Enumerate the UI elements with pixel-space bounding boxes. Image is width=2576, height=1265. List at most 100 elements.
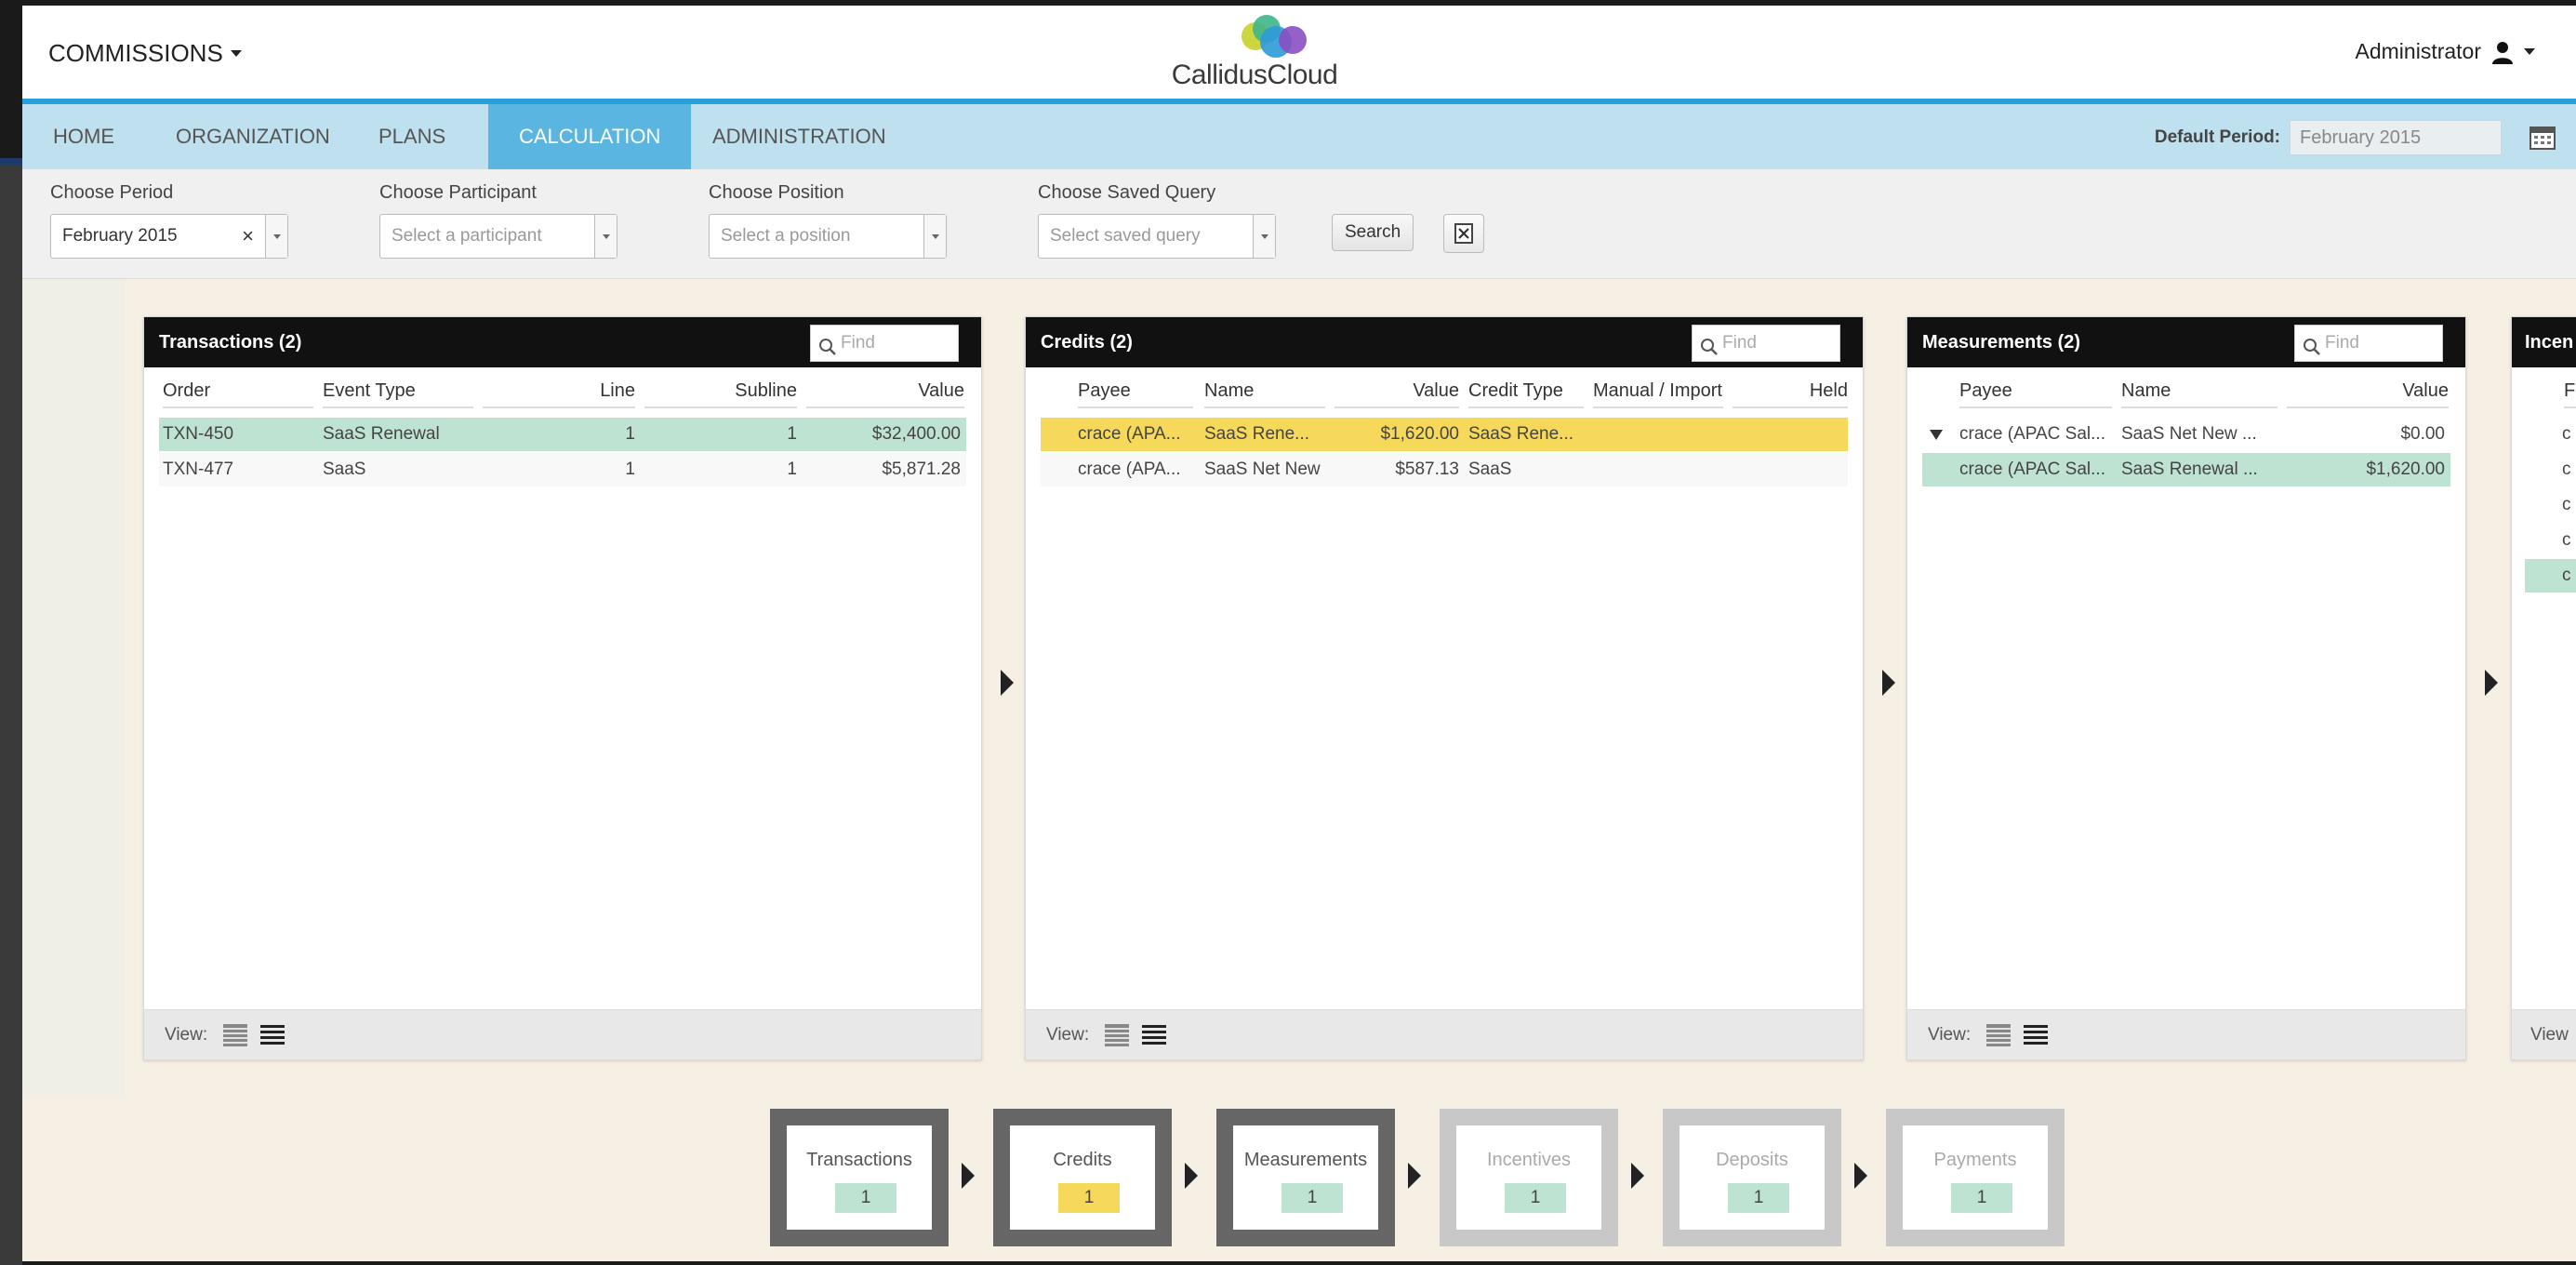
view-label: View:: [1928, 1025, 1972, 1045]
panel-footer: View: [2512, 1009, 2576, 1059]
nav-administration[interactable]: ADMINISTRATION: [682, 104, 917, 169]
position-filter: Choose Position Select a position: [709, 182, 947, 259]
table-row[interactable]: c: [2525, 418, 2576, 451]
nav-calculation[interactable]: CALCULATION: [488, 104, 692, 169]
column-header-order[interactable]: Order: [163, 380, 313, 408]
flow-step-credits[interactable]: Credits 1: [993, 1109, 1172, 1246]
search-icon: [1700, 334, 1719, 355]
module-menu[interactable]: COMMISSIONS: [48, 39, 242, 68]
column-header-subline[interactable]: Subline: [644, 380, 797, 408]
panel-title: Measurements (2): [1922, 332, 2081, 353]
nav-plans[interactable]: PLANS: [348, 104, 476, 169]
calendar-icon[interactable]: [2530, 126, 2556, 150]
column-header-event-type[interactable]: Event Type: [323, 380, 473, 408]
cell-subline: 1: [787, 459, 797, 479]
export-excel-button[interactable]: [1443, 214, 1484, 253]
module-menu-label: COMMISSIONS: [48, 39, 223, 67]
view-label: View:: [165, 1025, 208, 1045]
column-header-payee[interactable]: Payee: [1959, 380, 2112, 408]
list-view-icon[interactable]: [259, 1023, 285, 1047]
flow-step-deposits[interactable]: Deposits 1: [1663, 1109, 1841, 1246]
cell-name: SaaS Net New ...: [2121, 424, 2257, 444]
column-header-value[interactable]: Value: [2287, 380, 2449, 408]
flow-step-count: 1: [835, 1183, 896, 1213]
incentives-panel: Incen F c c c c c View: [2511, 316, 2576, 1060]
dropdown-arrow-icon[interactable]: [923, 215, 946, 258]
table-row[interactable]: crace (APAC Sal... SaaS Net New ... $0.0…: [1922, 418, 2450, 451]
table-row[interactable]: c: [2525, 559, 2576, 593]
column-header-credit-type[interactable]: Credit Type: [1468, 380, 1584, 408]
nav-organization[interactable]: ORGANIZATION: [145, 104, 361, 169]
left-edge-strip: [0, 158, 22, 1265]
table-row[interactable]: crace (APA... SaaS Net New $587.13 SaaS: [1041, 453, 1848, 486]
flow-step-label: Measurements: [1243, 1150, 1368, 1170]
column-header-held[interactable]: Held: [1733, 380, 1848, 408]
table-row[interactable]: crace (APA... SaaS Rene... $1,620.00 Saa…: [1041, 418, 1848, 451]
panel-footer: View:: [144, 1009, 981, 1059]
flow-step-count: 1: [1728, 1183, 1789, 1213]
panel-header: Transactions (2) Find: [144, 317, 981, 367]
default-period-field[interactable]: [2290, 120, 2502, 155]
column-header-name[interactable]: Name: [1204, 380, 1325, 408]
chevron-down-icon: [230, 50, 242, 57]
saved-query-filter: Choose Saved Query Select saved query: [1038, 182, 1276, 259]
compact-view-icon[interactable]: [1985, 1023, 2012, 1047]
cell-value: $1,620.00: [1380, 424, 1459, 444]
left-edge-accent: [0, 158, 22, 166]
flow-step-label: Deposits: [1716, 1150, 1788, 1170]
saved-query-select-placeholder: Select saved query: [1050, 226, 1201, 246]
dropdown-arrow-icon[interactable]: [1253, 215, 1275, 258]
table-row[interactable]: crace (APAC Sal... SaaS Renewal ... $1,6…: [1922, 453, 2450, 486]
panel-title: Transactions (2): [159, 332, 302, 353]
compact-view-icon[interactable]: [222, 1023, 248, 1047]
find-input[interactable]: Find: [810, 325, 959, 362]
column-header-value[interactable]: Value: [1334, 380, 1459, 408]
find-input[interactable]: Find: [1692, 325, 1840, 362]
flow-step-incentives[interactable]: Incentives 1: [1440, 1109, 1618, 1246]
table-row[interactable]: c: [2525, 524, 2576, 557]
table-row[interactable]: c: [2525, 453, 2576, 486]
saved-query-filter-label: Choose Saved Query: [1038, 182, 1216, 203]
next-panel-arrow-icon[interactable]: [1882, 670, 1895, 696]
next-panel-arrow-icon[interactable]: [1001, 670, 1014, 696]
saved-query-select[interactable]: Select saved query: [1038, 214, 1276, 259]
flow-arrow-icon: [1631, 1163, 1644, 1189]
column-header-partial[interactable]: F: [2564, 380, 2576, 408]
dropdown-arrow-icon[interactable]: [594, 215, 617, 258]
period-select-value: February 2015: [62, 226, 178, 246]
measurements-panel: Measurements (2) Find Payee Name Value c…: [1906, 316, 2466, 1060]
brand-logo: CallidusCloud: [1152, 15, 1375, 93]
list-view-icon[interactable]: [2023, 1023, 2049, 1047]
nav-home[interactable]: HOME: [22, 104, 145, 169]
find-input[interactable]: Find: [2294, 325, 2443, 362]
expand-triangle-icon[interactable]: [1930, 430, 1943, 440]
column-header-manual-imported[interactable]: Manual / Imported: [1593, 380, 1723, 408]
cell-value: $0.00: [2400, 424, 2445, 444]
search-button[interactable]: Search: [1332, 214, 1414, 251]
excel-icon: [1454, 223, 1473, 248]
list-view-icon[interactable]: [1141, 1023, 1167, 1047]
column-header-name[interactable]: Name: [2121, 380, 2277, 408]
flow-step-payments[interactable]: Payments 1: [1886, 1109, 2065, 1246]
column-header-payee[interactable]: Payee: [1078, 380, 1193, 408]
flow-step-label: Payments: [1933, 1150, 2017, 1170]
participant-select[interactable]: Select a participant: [379, 214, 617, 259]
clear-icon[interactable]: ×: [242, 215, 254, 258]
compact-view-icon[interactable]: [1104, 1023, 1130, 1047]
table-row[interactable]: TXN-450 SaaS Renewal 1 1 $32,400.00: [159, 418, 966, 451]
flow-step-measurements[interactable]: Measurements 1: [1216, 1109, 1395, 1246]
position-select[interactable]: Select a position: [709, 214, 947, 259]
flow-step-transactions[interactable]: Transactions 1: [770, 1109, 949, 1246]
cell-payee: crace (APAC Sal...: [1959, 459, 2105, 479]
column-header-value[interactable]: Value: [806, 380, 964, 408]
dropdown-arrow-icon[interactable]: [265, 215, 287, 258]
cell-order: TXN-450: [163, 424, 234, 444]
table-header: Order Event Type Line Subline Value: [159, 380, 966, 408]
column-header-line[interactable]: Line: [483, 380, 635, 408]
table-row[interactable]: c: [2525, 488, 2576, 522]
user-menu[interactable]: Administrator: [2356, 39, 2535, 64]
table-row[interactable]: TXN-477 SaaS 1 1 $5,871.28: [159, 453, 966, 486]
period-select[interactable]: February 2015 ×: [50, 214, 288, 259]
next-panel-arrow-icon[interactable]: [2485, 670, 2498, 696]
flow-arrow-icon: [1408, 1163, 1421, 1189]
